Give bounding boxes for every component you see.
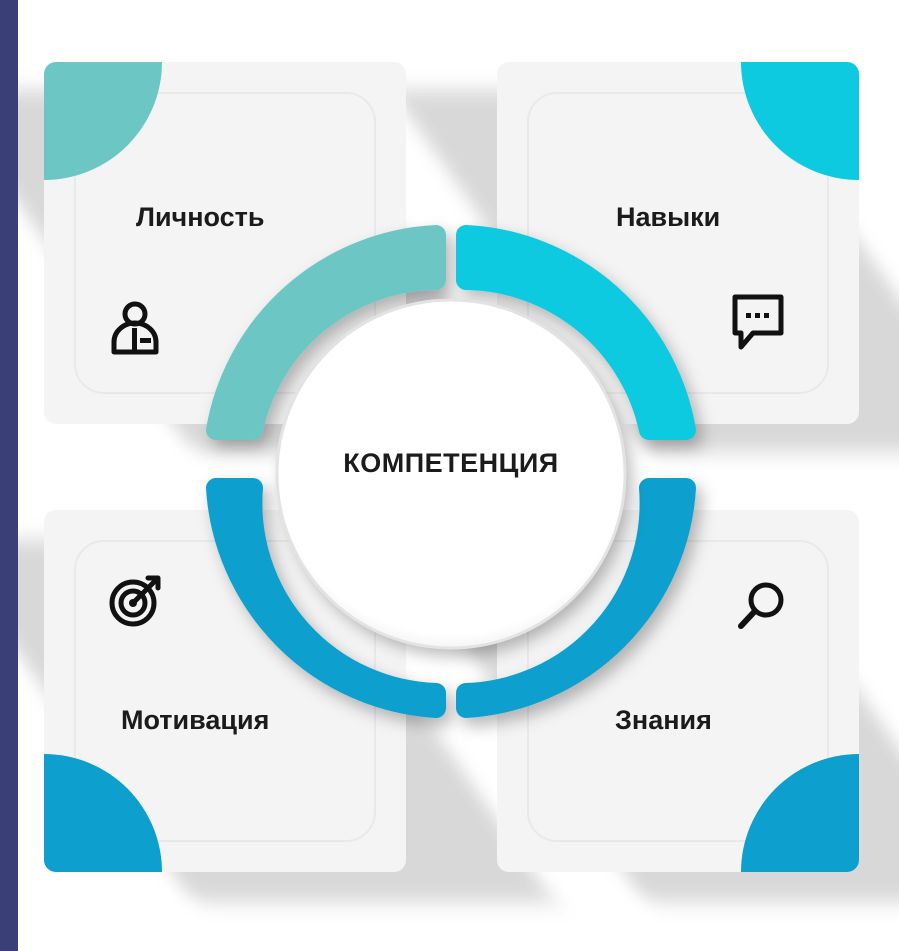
- diagram-canvas: Личность Навыки Мотивация Знания КОМПЕТЕ…: [18, 0, 899, 951]
- center-label: КОМПЕТЕНЦИЯ: [343, 448, 559, 478]
